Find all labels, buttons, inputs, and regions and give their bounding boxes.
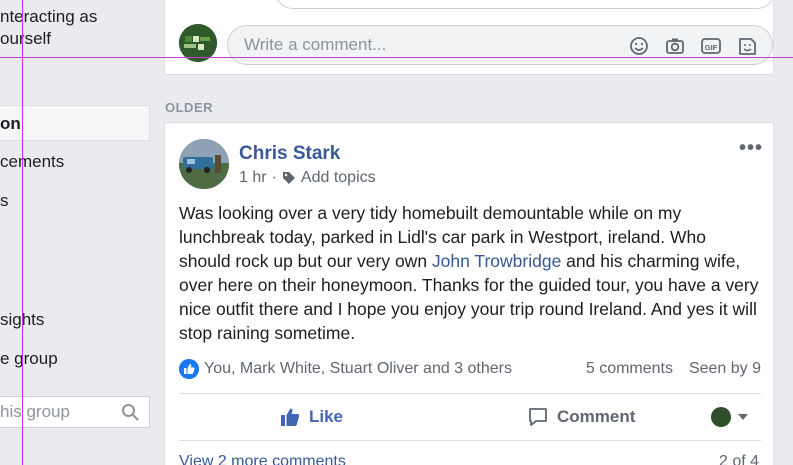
author-photo-icon bbox=[179, 139, 229, 189]
sidebar-item-label: on bbox=[0, 114, 21, 133]
post-action-bar: Like Comment bbox=[179, 393, 761, 441]
emoji-icon[interactable] bbox=[628, 35, 650, 57]
comment-attachment-icons: GIF bbox=[628, 35, 758, 57]
thumbs-up-icon bbox=[281, 408, 300, 426]
guide-line-horizontal bbox=[0, 57, 793, 58]
comment-input[interactable]: Write a comment... GIF bbox=[227, 25, 773, 65]
sidebar-interacting-line-1: nteracting as bbox=[0, 7, 98, 26]
post-author-name[interactable]: Chris Stark bbox=[239, 143, 340, 165]
like-button[interactable]: Like bbox=[279, 394, 343, 440]
guide-line-vertical bbox=[22, 0, 23, 465]
comment-button[interactable]: Comment bbox=[527, 394, 635, 440]
audience-avatar bbox=[711, 407, 731, 427]
search-placeholder: his group bbox=[0, 402, 70, 421]
reactions-summary: You, Mark White, Stuart Oliver and 3 oth… bbox=[179, 357, 761, 381]
like-label: Like bbox=[309, 407, 344, 426]
tag-icon bbox=[282, 172, 295, 184]
post-options-icon[interactable]: ••• bbox=[739, 137, 763, 160]
gif-icon[interactable]: GIF bbox=[700, 35, 722, 57]
view-more-comments-link[interactable]: View 2 more comments bbox=[179, 453, 346, 465]
previous-comment-bubble bbox=[275, 0, 775, 9]
sidebar-item-label: cements bbox=[0, 152, 65, 171]
reaction-names[interactable]: You, Mark White, Stuart Oliver and 3 oth… bbox=[204, 360, 512, 378]
camera-icon[interactable] bbox=[664, 35, 686, 57]
mention-link[interactable]: John Trowbridge bbox=[432, 251, 561, 271]
comment-bubble-icon bbox=[529, 408, 547, 426]
comment-placeholder: Write a comment... bbox=[244, 35, 387, 54]
sidebar-interacting-line-2: ourself bbox=[0, 29, 52, 48]
section-label-older: OLDER bbox=[165, 100, 213, 115]
comment-page-count: 2 of 4 bbox=[718, 453, 759, 465]
meta-separator: · bbox=[271, 169, 277, 186]
search-icon[interactable] bbox=[121, 403, 139, 421]
audience-selector[interactable] bbox=[711, 407, 749, 427]
svg-text:GIF: GIF bbox=[705, 43, 718, 52]
like-reaction-icon bbox=[179, 359, 199, 379]
sticker-icon[interactable] bbox=[736, 35, 758, 57]
sidebar-item-label: e group bbox=[0, 349, 58, 368]
post-body: Was looking over a very tidy homebuilt d… bbox=[179, 201, 759, 345]
chevron-down-icon bbox=[738, 414, 748, 420]
sidebar-item-label: s bbox=[0, 191, 9, 210]
previous-post-card: Write a comment... GIF bbox=[164, 0, 775, 75]
post-meta: 1 hr · Add topics bbox=[239, 169, 376, 187]
comment-label: Comment bbox=[557, 407, 636, 426]
seen-by-count[interactable]: Seen by 9 bbox=[689, 360, 761, 378]
author-avatar[interactable] bbox=[179, 139, 229, 189]
post-timestamp[interactable]: 1 hr bbox=[239, 169, 267, 187]
add-topics-link[interactable]: Add topics bbox=[301, 169, 376, 187]
comment-count[interactable]: 5 comments bbox=[586, 360, 673, 378]
post-card: Chris Stark 1 hr · Add topics ••• Was lo… bbox=[164, 122, 774, 465]
